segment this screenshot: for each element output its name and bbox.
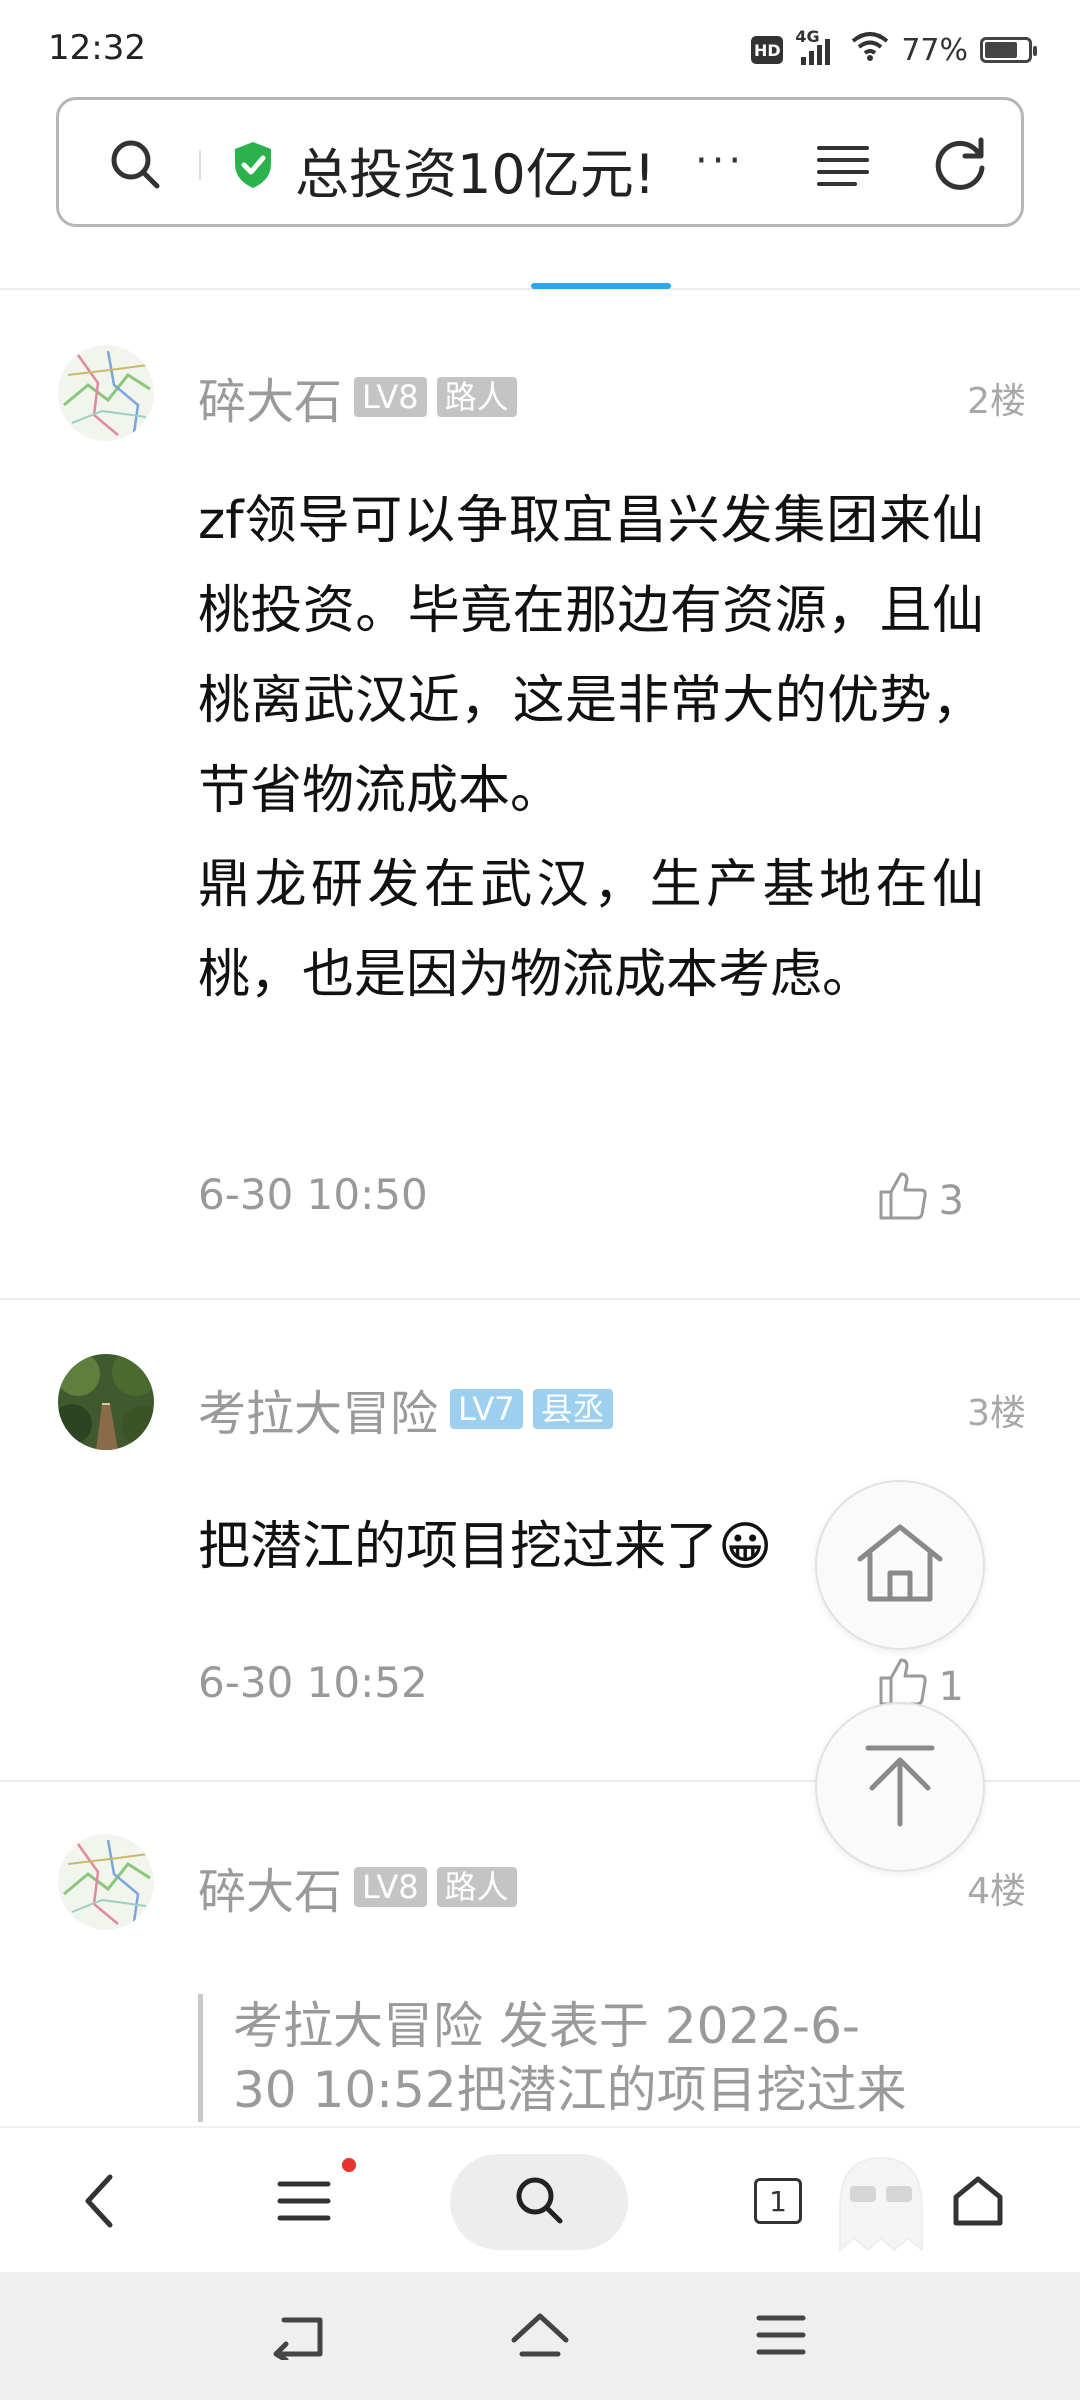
post-separator (0, 1298, 1080, 1300)
system-nav-bar (0, 2272, 1080, 2400)
author-name[interactable]: 碎大石 (198, 1852, 342, 1922)
role-badge: 路人 (436, 1867, 517, 1907)
level-badge: LV8 (354, 377, 427, 417)
address-bar[interactable]: 总投资10亿元! ··· (56, 97, 1024, 227)
ghost-icon (826, 2156, 936, 2253)
browser-toolbar: 1 (0, 2126, 1080, 2272)
refresh-icon[interactable] (929, 132, 991, 194)
menu-icon[interactable] (815, 136, 871, 192)
avatar[interactable] (58, 1834, 154, 1930)
like-button[interactable]: 3 (877, 1170, 964, 1232)
like-count: 1 (938, 1664, 964, 1710)
status-time: 12:32 (48, 28, 146, 68)
thumbs-up-icon (877, 1170, 929, 1232)
tabs-button[interactable]: 1 (748, 2158, 808, 2244)
quote-line: 考拉大冒险 发表于 2022-6- (233, 1997, 860, 2055)
back-to-top-icon (862, 1742, 938, 1832)
search-icon (512, 2173, 566, 2231)
home-button[interactable] (815, 1480, 985, 1650)
level-badge: LV8 (354, 1867, 427, 1907)
floor-number: 3楼 (967, 1393, 1026, 1434)
post-content: zf领导可以争取宜昌兴发集团来仙桃投资。毕竟在那边有资源，且仙桃离武汉近，这是非… (198, 476, 984, 1020)
home-icon[interactable] (510, 2310, 570, 2366)
status-bar: 12:32 HD 4G 77% (0, 0, 1080, 92)
tab-indicator (531, 283, 671, 289)
role-badge: 路人 (436, 377, 517, 417)
shield-check-icon (231, 140, 275, 190)
hd-icon: HD (751, 36, 784, 64)
more-ellipsis: ··· (695, 138, 746, 184)
battery-icon (980, 37, 1037, 63)
author-name[interactable]: 碎大石 (198, 362, 342, 432)
back-icon[interactable] (270, 2314, 326, 2364)
home-icon (852, 1521, 948, 1609)
signal-icon: 4G (795, 27, 839, 67)
back-icon[interactable] (70, 2158, 130, 2244)
search-icon[interactable] (105, 134, 165, 194)
post-time: 6-30 10:50 (198, 1170, 428, 1219)
menu-icon[interactable] (272, 2158, 336, 2244)
battery-percent: 77% (901, 32, 968, 68)
back-to-top-button[interactable] (815, 1702, 985, 1872)
address-divider (199, 150, 201, 180)
grin-emoji: 😀 (718, 1517, 773, 1577)
post-text: 把潜江的项目挖过来了 (198, 1517, 719, 1577)
post-paragraph: 鼎龙研发在武汉，生产基地在仙桃，也是因为物流成本考虑。 (198, 855, 984, 1005)
search-button[interactable] (450, 2154, 628, 2250)
page-title[interactable]: 总投资10亿元! (295, 130, 655, 209)
battery-fill (985, 42, 1018, 58)
post-paragraph: zf领导可以争取宜昌兴发集团来仙桃投资。毕竟在那边有资源，且仙桃离武汉近，这是非… (198, 491, 984, 821)
status-icons: HD 4G 77% (751, 27, 1037, 70)
author-info: 碎大石 LV8 路人 (198, 1852, 517, 1922)
floor-number: 2楼 (967, 381, 1026, 422)
recents-icon[interactable] (756, 2312, 806, 2362)
quote-block: 考拉大冒险 发表于 2022-6- 30 10:52把潜江的项目挖过来 (198, 1994, 998, 2122)
author-info: 碎大石 LV8 路人 (198, 362, 517, 432)
author-info: 考拉大冒险 LV7 县丞 (198, 1374, 613, 1444)
home-icon[interactable] (948, 2158, 1008, 2244)
role-badge: 县丞 (532, 1389, 613, 1429)
wifi-icon (851, 31, 889, 69)
author-name[interactable]: 考拉大冒险 (198, 1374, 438, 1444)
level-badge: LV7 (450, 1389, 523, 1429)
avatar[interactable] (58, 345, 154, 441)
like-count: 3 (938, 1178, 964, 1224)
tabs-icon: 1 (754, 2178, 802, 2224)
quote-line: 30 10:52把潜江的项目挖过来 (233, 2061, 907, 2119)
notification-dot (342, 2158, 356, 2172)
avatar[interactable] (58, 1354, 154, 1450)
post-time-floor-3: 6-30 10:52 (198, 1658, 428, 1707)
floor-number: 4楼 (967, 1871, 1026, 1912)
